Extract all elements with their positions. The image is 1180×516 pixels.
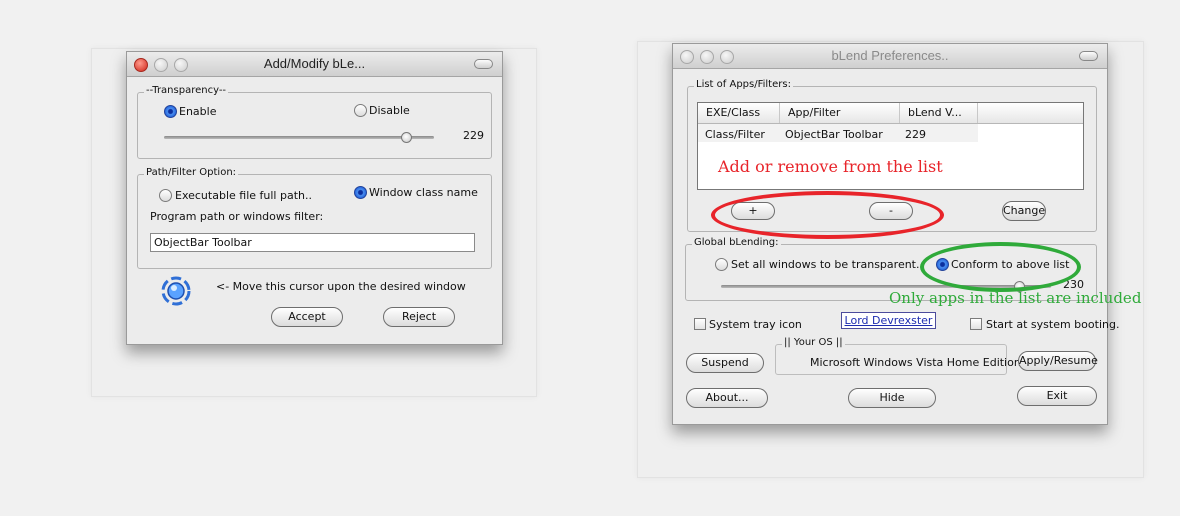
all-windows-label: Set all windows to be transparent. (731, 258, 920, 271)
global-blending-legend: Global bLending: (692, 237, 781, 248)
preferences-titlebar[interactable]: bLend Preferences.. (673, 44, 1107, 69)
disable-label: Disable (369, 104, 410, 117)
os-legend: || Your OS || (782, 337, 845, 348)
list-annotation: Add or remove from the list (718, 157, 943, 176)
exec-path-radio[interactable] (159, 189, 172, 202)
window-title: Add/Modify bLe... (263, 56, 366, 71)
conform-annotation: Only apps in the list are included (889, 289, 1142, 307)
column-exe-class[interactable]: EXE/Class (698, 103, 780, 123)
exec-path-label: Executable file full path.. (175, 189, 312, 202)
filter-input[interactable]: ObjectBar Toolbar (150, 233, 475, 252)
enable-label: Enable (179, 105, 217, 118)
startup-label: Start at system booting. (986, 318, 1120, 331)
cursor-hint: <- Move this cursor upon the desired win… (216, 280, 466, 293)
author-link[interactable]: Lord Devrexster (841, 312, 936, 329)
transparency-value: 229 (463, 129, 484, 142)
target-cursor-icon[interactable] (161, 276, 191, 306)
apply-resume-button[interactable]: Apply/Resume (1018, 351, 1098, 371)
suspend-button[interactable]: Suspend (686, 353, 764, 373)
change-button[interactable]: Change (1002, 201, 1046, 221)
apps-table-header: EXE/Class App/Filter bLend V... (698, 103, 1083, 124)
all-windows-radio[interactable] (715, 258, 728, 271)
enable-radio[interactable] (164, 105, 177, 118)
os-group: || Your OS || Microsoft Windows Vista Ho… (775, 337, 1021, 375)
add-modify-window: Add/Modify bLe... --Transparency-- Enabl… (126, 51, 503, 345)
table-cell: ObjectBar Toolbar (785, 128, 883, 141)
os-value: Microsoft Windows Vista Home Edition (810, 356, 1021, 369)
accept-button[interactable]: Accept (271, 307, 343, 327)
table-cell: 229 (905, 128, 926, 141)
red-highlight-ellipse (711, 191, 944, 239)
table-row[interactable]: Class/Filter ObjectBar Toolbar 229 (698, 124, 978, 142)
window-class-label: Window class name (369, 186, 478, 199)
transparency-slider-thumb[interactable] (401, 132, 413, 143)
apps-list-legend: List of Apps/Filters: (694, 79, 793, 90)
transparency-slider-track[interactable] (164, 136, 434, 139)
path-filter-legend: Path/Filter Option: (144, 167, 239, 178)
table-cell: Class/Filter (705, 128, 765, 141)
tray-icon-checkbox[interactable] (694, 318, 706, 330)
exit-button[interactable]: Exit (1017, 386, 1097, 406)
filter-field-label: Program path or windows filter: (150, 210, 324, 223)
transparency-legend: --Transparency-- (144, 85, 229, 96)
about-button[interactable]: About... (686, 388, 768, 408)
window-title: bLend Preferences.. (831, 48, 949, 63)
toolbar-toggle-button[interactable] (1079, 51, 1098, 61)
column-app-filter[interactable]: App/Filter (780, 103, 900, 123)
add-modify-titlebar[interactable]: Add/Modify bLe... (127, 52, 502, 77)
reject-button[interactable]: Reject (383, 307, 455, 327)
path-filter-group: Path/Filter Option: Executable file full… (137, 167, 492, 269)
column-blend-value[interactable]: bLend V... (900, 103, 978, 123)
window-class-radio[interactable] (354, 186, 367, 199)
apps-table[interactable]: EXE/Class App/Filter bLend V... Class/Fi… (697, 102, 1084, 190)
hide-button[interactable]: Hide (848, 388, 936, 408)
startup-checkbox[interactable] (970, 318, 982, 330)
tray-icon-label: System tray icon (709, 318, 802, 331)
green-highlight-ellipse (920, 242, 1081, 292)
disable-radio[interactable] (354, 104, 367, 117)
toolbar-toggle-button[interactable] (474, 59, 493, 69)
transparency-group: --Transparency-- Enable Disable 229 (137, 85, 492, 159)
